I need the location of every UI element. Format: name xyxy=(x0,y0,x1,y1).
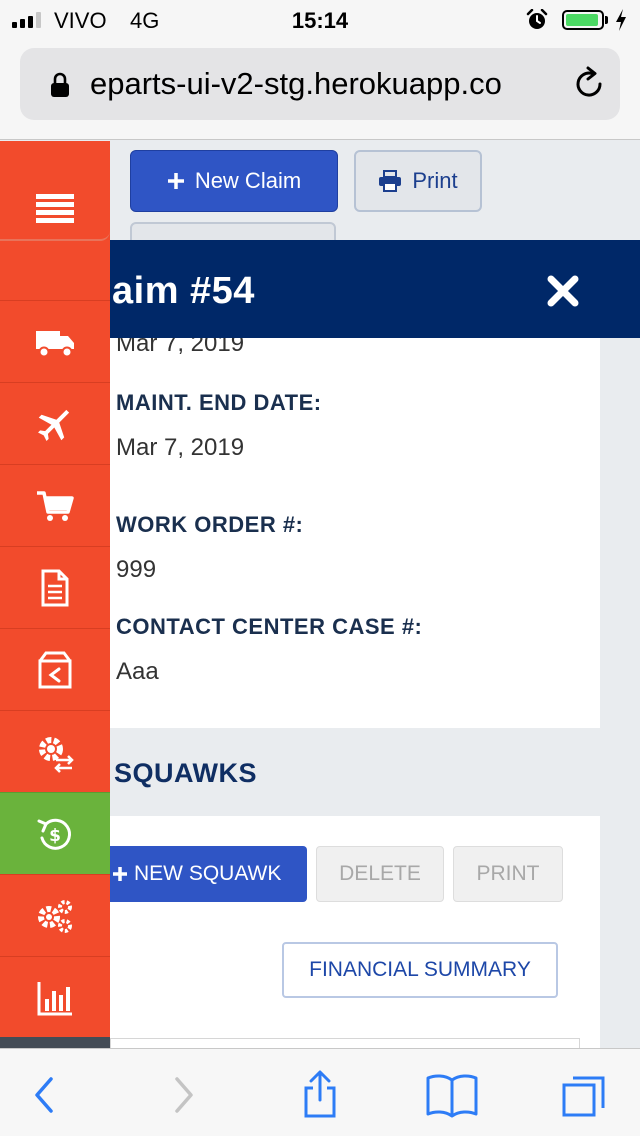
modal-header: aim #54 xyxy=(110,240,640,338)
browser-address-area: eparts-ui-v2-stg.herokuapp.co xyxy=(0,40,640,140)
forward-button[interactable] xyxy=(156,1067,212,1123)
new-squawk-label: NEW SQUAWK xyxy=(134,862,282,885)
sidebar-item-documents[interactable] xyxy=(0,546,110,628)
print-label: Print xyxy=(412,168,458,193)
share-button[interactable] xyxy=(292,1067,348,1123)
printer-icon xyxy=(379,170,402,192)
battery-tip xyxy=(605,16,608,24)
document-icon xyxy=(41,569,69,606)
sidebar-item-returns[interactable] xyxy=(0,628,110,710)
url-text[interactable]: eparts-ui-v2-stg.herokuapp.co xyxy=(90,66,568,102)
squawks-table xyxy=(110,1038,580,1048)
svg-text:$: $ xyxy=(49,826,61,846)
print-squawk-label: PRINT xyxy=(476,862,540,885)
maint-end-date-value: Mar 7, 2019 xyxy=(116,434,245,461)
tabs-button[interactable] xyxy=(556,1067,612,1123)
browser-toolbar xyxy=(0,1048,640,1136)
tabs-icon xyxy=(562,1076,605,1117)
chevron-right-icon xyxy=(175,1077,193,1113)
sidebar-item-delivery[interactable] xyxy=(0,300,110,382)
sidebar-item-cart[interactable] xyxy=(0,464,110,546)
sidebar: $ xyxy=(0,141,110,1048)
print-button[interactable]: Print xyxy=(354,150,482,212)
alarm-icon xyxy=(526,9,548,29)
cart-icon xyxy=(37,490,74,521)
charging-icon xyxy=(616,9,626,31)
battery-icon xyxy=(562,10,604,30)
partial-date-value: Mar 7, 2019 xyxy=(116,338,245,357)
sidebar-item-flights[interactable] xyxy=(0,382,110,464)
maint-end-date-label: MAINT. END DATE: xyxy=(116,390,322,415)
modal-title: aim #54 xyxy=(112,270,255,312)
address-bar[interactable]: eparts-ui-v2-stg.herokuapp.co xyxy=(20,48,620,120)
gears-icon xyxy=(38,899,72,933)
back-button[interactable] xyxy=(16,1067,72,1123)
print-squawk-button[interactable]: PRINT xyxy=(453,846,563,902)
financial-summary-button[interactable]: FINANCIAL SUMMARY xyxy=(282,942,558,998)
menu-icon xyxy=(36,194,74,223)
sidebar-item-reports[interactable] xyxy=(0,956,110,1038)
claim-details-card: Mar 7, 2019 MAINT. END DATE: Mar 7, 2019… xyxy=(110,338,600,728)
bar-chart-icon xyxy=(37,981,72,1015)
menu-toggle-button[interactable] xyxy=(0,179,110,241)
close-icon[interactable] xyxy=(546,274,580,308)
sidebar-item-exchange[interactable] xyxy=(0,710,110,792)
truck-icon xyxy=(36,330,74,357)
plus-icon xyxy=(113,867,127,881)
share-icon xyxy=(304,1070,336,1118)
new-squawk-button[interactable]: NEW SQUAWK xyxy=(110,846,307,902)
plus-icon xyxy=(167,173,184,189)
lock-icon xyxy=(51,72,69,97)
contact-center-case-value: Aaa xyxy=(116,658,159,685)
modal-body: Mar 7, 2019 MAINT. END DATE: Mar 7, 2019… xyxy=(110,338,600,1048)
book-icon xyxy=(426,1074,478,1118)
return-box-icon xyxy=(38,651,72,688)
sidebar-footer xyxy=(0,1037,110,1048)
bookmarks-button[interactable] xyxy=(424,1067,480,1123)
new-claim-label: New Claim xyxy=(194,168,302,193)
reload-icon[interactable] xyxy=(572,66,606,100)
sidebar-item-settings[interactable] xyxy=(0,874,110,956)
delete-label: DELETE xyxy=(339,862,421,885)
squawks-toolbar: NEW SQUAWK DELETE PRINT FINANCIAL SUMMAR… xyxy=(110,816,600,1048)
work-order-value: 999 xyxy=(116,556,157,583)
gear-exchange-icon xyxy=(39,736,74,773)
work-order-label: WORK ORDER #: xyxy=(116,512,304,537)
squawks-title: SQUAWKS xyxy=(114,758,258,788)
contact-center-case-label: CONTACT CENTER CASE #: xyxy=(116,614,423,639)
airplane-icon xyxy=(38,409,70,441)
dollar-refresh-icon: $ xyxy=(37,818,71,850)
financial-summary-label: FINANCIAL SUMMARY xyxy=(309,958,531,981)
delete-button[interactable]: DELETE xyxy=(316,846,444,902)
new-claim-button[interactable]: New Claim xyxy=(130,150,338,212)
chevron-left-icon xyxy=(35,1077,53,1113)
sidebar-item-finance[interactable]: $ xyxy=(0,792,110,874)
status-bar: VIVO 4G 15:14 xyxy=(0,0,640,40)
